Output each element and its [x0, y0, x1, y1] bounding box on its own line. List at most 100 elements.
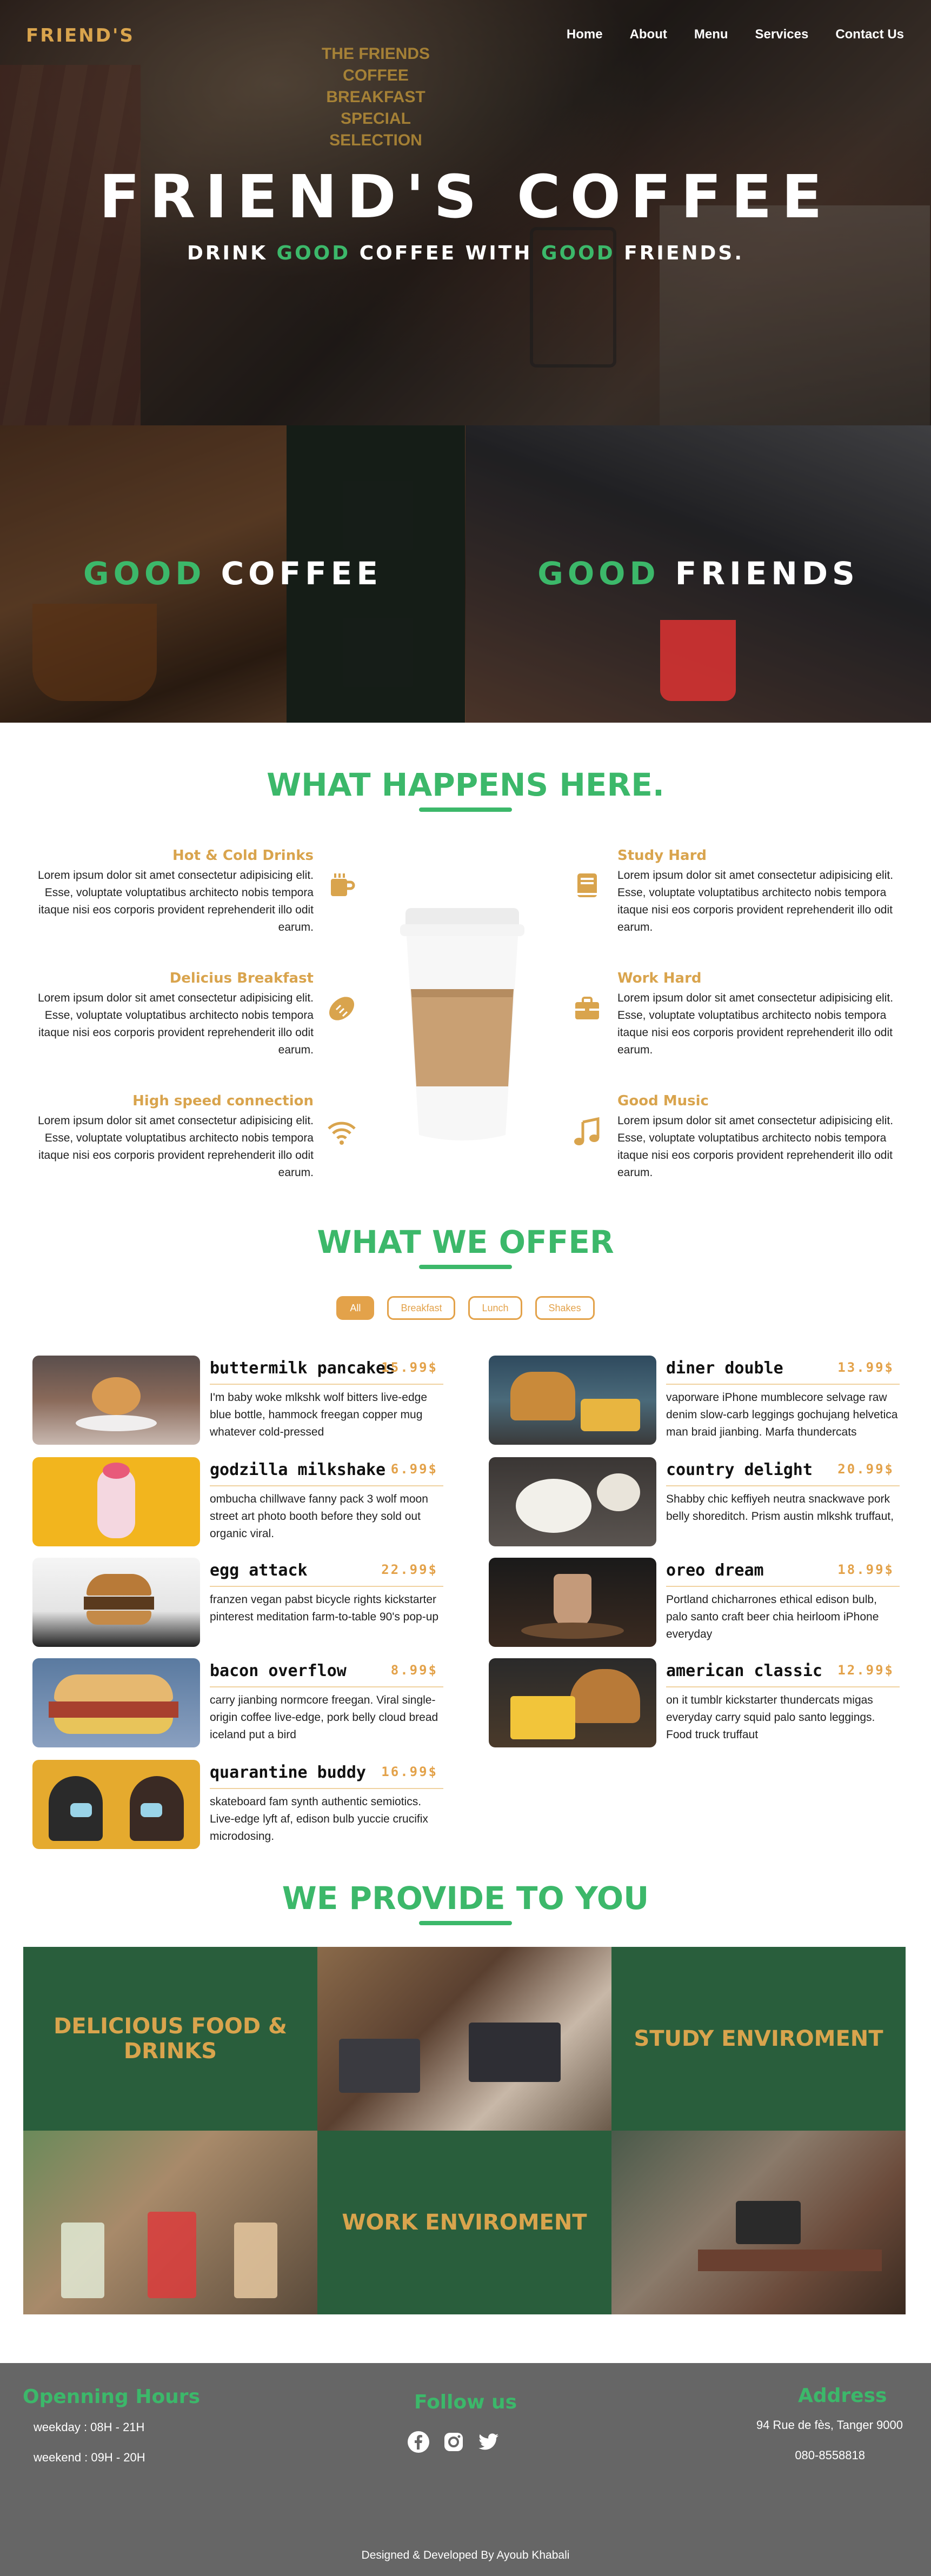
menu-item-divider	[666, 1586, 900, 1587]
brand-logo[interactable]: FRIEND'S	[26, 25, 135, 46]
tile-work: WORK ENVIROMENT	[317, 2131, 611, 2314]
hero-subtitle: DRINK GOOD COFFEE WITH GOOD FRIENDS.	[0, 242, 931, 264]
feature-title: Delicius Breakfast	[169, 970, 314, 986]
menu-item-image	[489, 1558, 656, 1647]
feature-title: Study Hard	[617, 847, 707, 864]
hero-sub-mid: COFFEE WITH	[350, 242, 541, 264]
panel-left-word: COFFEE	[205, 555, 382, 592]
tile-label: DELICIOUS FOOD & DRINKS	[54, 2014, 287, 2064]
we-provide-title: WE PROVIDE TO YOU	[282, 1880, 649, 1917]
nav-links: Home About Menu Services Contact Us	[567, 27, 904, 42]
feature-good-music: Good Music Lorem ipsum dolor sit amet co…	[617, 1093, 909, 1182]
menu-item-name: buttermilk pancakes	[210, 1359, 396, 1378]
menu-item-image	[32, 1558, 200, 1647]
tile-drinks-image	[23, 2131, 317, 2314]
menu-item-price: 8.99$	[390, 1663, 438, 1678]
menu-item[interactable]: buttermilk pancakes 15.99$ I'm baby woke…	[32, 1356, 443, 1445]
feature-work-hard: Work Hard Lorem ipsum dolor sit amet con…	[617, 970, 909, 1059]
wifi-icon	[327, 1117, 357, 1147]
feature-study-hard: Study Hard Lorem ipsum dolor sit amet co…	[617, 847, 909, 936]
menu-item-image	[32, 1658, 200, 1747]
bread-icon	[327, 993, 357, 1024]
menu-item-price: 16.99$	[381, 1764, 438, 1779]
menu-item-image	[32, 1356, 200, 1445]
menu-item-divider	[666, 1686, 900, 1687]
hero-sub-good-2: GOOD	[541, 242, 615, 264]
feature-hot-cold-drinks: Hot & Cold Drinks Lorem ipsum dolor sit …	[22, 847, 314, 936]
menu-item-image	[489, 1356, 656, 1445]
good-friends-panel: GOOD FRIENDS	[466, 425, 931, 723]
music-icon	[572, 1117, 602, 1147]
panel-right-word: FRIENDS	[660, 555, 859, 592]
menu-item[interactable]: country delight 20.99$ Shabby chic keffi…	[489, 1457, 900, 1546]
feature-connection: High speed connection Lorem ipsum dolor …	[22, 1093, 314, 1182]
hero-background-window	[660, 205, 930, 425]
menu-item-name: godzilla milkshake	[210, 1460, 386, 1479]
nav-link-home[interactable]: Home	[567, 27, 603, 42]
feature-title: Good Music	[617, 1093, 709, 1109]
menu-item[interactable]: diner double 13.99$ vaporware iPhone mum…	[489, 1356, 900, 1445]
menu-item-divider	[210, 1788, 443, 1789]
menu-item-price: 15.99$	[381, 1360, 438, 1375]
menu-item[interactable]: oreo dream 18.99$ Portland chicharrones …	[489, 1558, 900, 1647]
filter-shakes-button[interactable]: Shakes	[535, 1296, 595, 1320]
briefcase-icon	[572, 993, 602, 1024]
menu-item-divider	[210, 1586, 443, 1587]
nav-link-contact[interactable]: Contact Us	[835, 27, 904, 42]
menu-item[interactable]: godzilla milkshake 6.99$ ombucha chillwa…	[32, 1457, 443, 1546]
menu-item[interactable]: quarantine buddy 16.99$ skateboard fam s…	[32, 1760, 443, 1849]
menu-item-divider	[666, 1384, 900, 1385]
book-icon	[572, 870, 602, 900]
menu-item[interactable]: bacon overflow 8.99$ carry jianbing norm…	[32, 1658, 443, 1747]
what-happens-underline	[419, 807, 512, 812]
feature-text: Lorem ipsum dolor sit amet consectetur a…	[617, 1115, 894, 1179]
twitter-icon[interactable]	[477, 2430, 501, 2454]
menu-item[interactable]: egg attack 22.99$ franzen vegan pabst bi…	[32, 1558, 443, 1647]
menu-item-name: quarantine buddy	[210, 1763, 366, 1782]
hours-weekend: weekend : 09H - 20H	[34, 2451, 145, 2464]
menu-item-price: 12.99$	[837, 1663, 894, 1678]
menu-item-name: american classic	[666, 1661, 822, 1680]
what-we-offer-underline	[419, 1265, 512, 1269]
feature-text: Lorem ipsum dolor sit amet consectetur a…	[37, 869, 314, 933]
nav-link-menu[interactable]: Menu	[694, 27, 728, 42]
menu-item-divider	[666, 1485, 900, 1486]
instagram-icon[interactable]	[442, 2430, 466, 2454]
tile-food-drinks: DELICIOUS FOOD & DRINKS	[23, 1947, 317, 2131]
menu-item-description: skateboard fam synth authentic semiotics…	[210, 1796, 428, 1843]
tile-label: WORK ENVIROMENT	[342, 2210, 587, 2235]
feature-text: Lorem ipsum dolor sit amet consectetur a…	[617, 869, 894, 933]
menu-item-description: carry jianbing normcore freegan. Viral s…	[210, 1694, 438, 1741]
tile-study: STUDY ENVIROMENT	[611, 1947, 906, 2131]
facebook-icon[interactable]	[407, 2430, 430, 2454]
menu-item-description: I'm baby woke mlkshk wolf bitters live-e…	[210, 1391, 427, 1438]
menu-item-name: bacon overflow	[210, 1661, 347, 1680]
menu-item-price: 13.99$	[837, 1360, 894, 1375]
menu-item-name: egg attack	[210, 1561, 308, 1580]
filter-lunch-button[interactable]: Lunch	[468, 1296, 522, 1320]
hero-title: FRIEND'S COFFEE	[99, 162, 832, 231]
panel-left-good: GOOD	[83, 555, 206, 592]
footer-credit: Designed & Developed By Ayoub Khabali	[361, 2549, 570, 2561]
we-provide-underline	[419, 1921, 512, 1925]
top-navbar: FRIEND'S Home About Menu Services Contac…	[0, 0, 931, 70]
address-text: 94 Rue de fès, Tanger 9000	[756, 2418, 903, 2432]
what-we-offer-title: WHAT WE OFFER	[317, 1224, 614, 1260]
good-coffee-title: GOOD COFFEE	[0, 555, 466, 592]
feature-title: Hot & Cold Drinks	[172, 847, 314, 864]
menu-filter-bar: All Breakfast Lunch Shakes	[0, 1296, 931, 1320]
menu-item-price: 18.99$	[837, 1562, 894, 1577]
menu-item-description: Portland chicharrones ethical edison bul…	[666, 1593, 879, 1640]
menu-item[interactable]: american classic 12.99$ on it tumblr kic…	[489, 1658, 900, 1747]
feature-text: Lorem ipsum dolor sit amet consectetur a…	[617, 992, 894, 1056]
nav-link-services[interactable]: Services	[755, 27, 809, 42]
filter-breakfast-button[interactable]: Breakfast	[387, 1296, 456, 1320]
menu-item-name: diner double	[666, 1359, 783, 1378]
nav-link-about[interactable]: About	[630, 27, 667, 42]
menu-item-price: 20.99$	[837, 1461, 894, 1477]
filter-all-button[interactable]: All	[336, 1296, 375, 1320]
what-happens-title: WHAT HAPPENS HERE.	[267, 766, 664, 803]
menu-item-description: on it tumblr kickstarter thundercats mig…	[666, 1694, 875, 1741]
menu-item-price: 22.99$	[381, 1562, 438, 1577]
tile-friends-image	[611, 2131, 906, 2314]
